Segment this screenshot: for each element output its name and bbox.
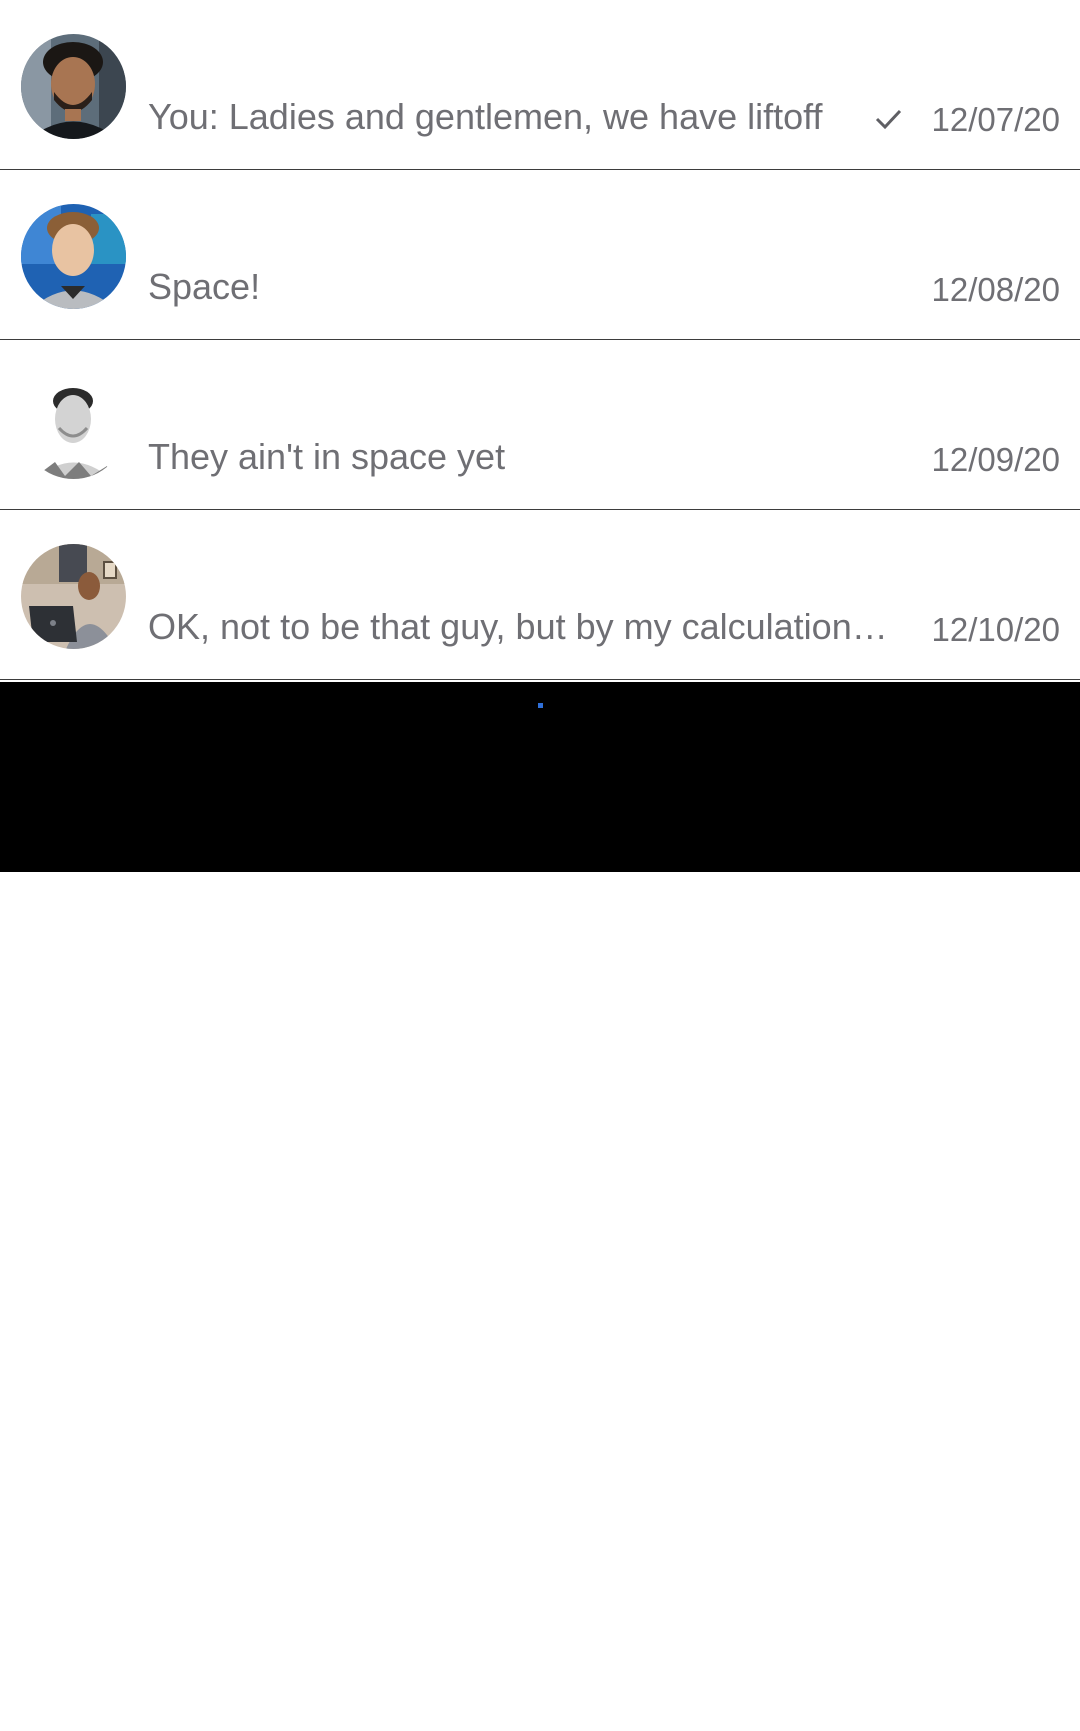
- message-preview: They ain't in space yet: [148, 436, 506, 477]
- message-preview: You: Ladies and gentlemen, we have lifto…: [148, 96, 823, 137]
- black-band: [0, 682, 1080, 872]
- message-date: 12/10/20: [931, 611, 1060, 648]
- message-date: 12/08/20: [931, 271, 1060, 308]
- conversation-row[interactable]: Space! 12/08/20: [0, 170, 1080, 340]
- avatar: [21, 34, 126, 139]
- conversation-row[interactable]: You: Ladies and gentlemen, we have lifto…: [0, 0, 1080, 170]
- conversation-row[interactable]: They ain't in space yet 12/09/20: [0, 340, 1080, 510]
- message-date: 12/09/20: [931, 441, 1060, 478]
- loading-indicator: [538, 703, 543, 708]
- message-preview: OK, not to be that guy, but by my calcul…: [148, 606, 888, 647]
- avatar: [21, 204, 126, 309]
- avatar: [21, 544, 126, 649]
- message-date: 12/07/20: [931, 101, 1060, 138]
- conversation-list: You: Ladies and gentlemen, we have lifto…: [0, 0, 1080, 680]
- avatar: [21, 374, 126, 479]
- message-preview: Space!: [148, 266, 261, 307]
- conversation-row[interactable]: OK, not to be that guy, but by my calcul…: [0, 510, 1080, 680]
- check-icon: [875, 109, 902, 130]
